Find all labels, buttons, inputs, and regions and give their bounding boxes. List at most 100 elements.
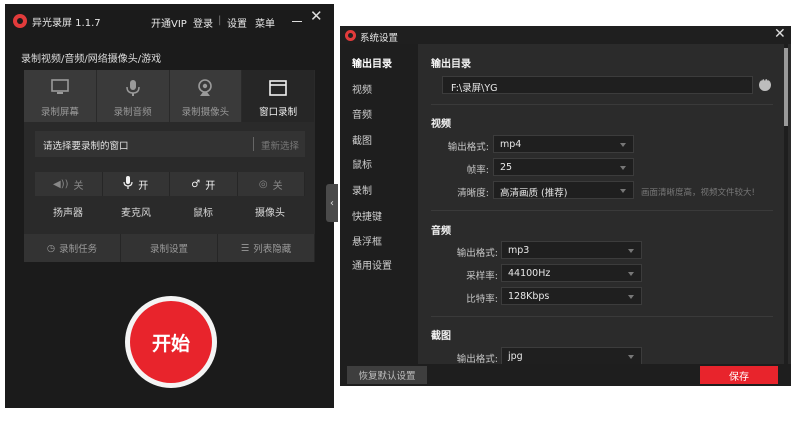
action-label: 录制设置 (149, 244, 188, 255)
select-value: 128Kbps (508, 291, 550, 302)
chevron-down-icon (628, 249, 634, 253)
recorder-subtitle: 录制视频/音频/网络摄像头/游戏 (21, 54, 162, 65)
start-button[interactable]: 开始 (130, 301, 212, 383)
settings-sidebar: 输出目录 视频 音频 截图 鼠标 录制 快捷键 悬浮框 通用设置 (340, 44, 418, 386)
nav-general[interactable]: 通用设置 (352, 257, 392, 272)
microphone-icon (123, 176, 133, 192)
record-settings-button[interactable]: 录制设置 (121, 234, 218, 262)
fps-label: 帧率: (466, 165, 489, 176)
section-output-dir: 输出目录 (431, 59, 471, 70)
chevron-down-icon (620, 143, 626, 147)
title-separator: | (218, 15, 222, 26)
recorder-window: 异光录屏 1.1.7 开通VIP 登录 | 设置 菜单 ✕ 录制视频/音频/网络… (5, 4, 338, 408)
quality-select[interactable]: 高清画质 (推荐) (493, 181, 634, 199)
window-select-text: 请选择要录制的窗口 (43, 141, 129, 152)
nav-hotkeys[interactable]: 快捷键 (352, 208, 382, 223)
select-value: jpg (508, 351, 523, 362)
app-logo-icon (345, 30, 356, 41)
microphone-icon (123, 78, 143, 101)
recorder-titlebar: 异光录屏 1.1.7 开通VIP 登录 | 设置 菜单 ✕ (5, 4, 334, 38)
chevron-down-icon (628, 272, 634, 276)
tab-label: 录制屏幕 (40, 107, 79, 118)
speaker-label: 扬声器 (53, 208, 83, 219)
reset-defaults-button[interactable]: 恢复默认设置 (347, 366, 427, 384)
minimize-icon[interactable] (292, 21, 302, 22)
bitrate-select[interactable]: 128Kbps (501, 287, 642, 305)
quality-hint: 画面清晰度高，视频文件较大! (641, 188, 755, 198)
window-icon (268, 78, 288, 101)
nav-audio[interactable]: 音频 (352, 106, 372, 121)
sample-rate-select[interactable]: 44100Hz (501, 264, 642, 282)
action-label: 列表隐藏 (253, 244, 292, 255)
close-icon[interactable]: ✕ (310, 9, 323, 24)
microphone-toggle[interactable]: 开 (102, 172, 170, 196)
close-icon[interactable]: ✕ (774, 27, 786, 41)
reselect-button[interactable]: 重新选择 (261, 138, 299, 152)
tab-window-record[interactable]: 窗口录制 (242, 70, 315, 122)
screenshot-format-select[interactable]: jpg (501, 347, 642, 364)
select-value: 25 (500, 162, 513, 173)
webcam-icon (195, 78, 215, 101)
nav-mouse[interactable]: 鼠标 (352, 156, 372, 171)
window-select[interactable]: 请选择要录制的窗口 重新选择 (35, 131, 305, 157)
chevron-down-icon (620, 189, 626, 193)
microphone-label: 麦克风 (121, 208, 151, 219)
nav-float-window[interactable]: 悬浮框 (352, 233, 382, 248)
tab-label: 录制摄像头 (181, 107, 230, 118)
list-icon: ☰ (240, 242, 250, 254)
tab-record-audio[interactable]: 录制音频 (96, 70, 170, 122)
webcam-toggle[interactable]: ◎ 关 (237, 172, 305, 196)
mouse-cursor-icon: ♂ (191, 178, 201, 190)
hide-list-button[interactable]: ☰ 列表隐藏 (218, 234, 315, 262)
select-value: mp4 (500, 139, 522, 150)
more-icon[interactable] (759, 77, 771, 91)
scrollbar-thumb[interactable] (784, 48, 788, 126)
settings-content: 输出目录 F:\录屏\YG 视频 输出格式: mp4 帧率: 25 清晰度: 高… (418, 44, 791, 364)
tab-record-screen[interactable]: 录制屏幕 (24, 70, 97, 122)
monitor-icon (50, 78, 70, 99)
video-format-select[interactable]: mp4 (493, 135, 634, 153)
settings-window: 系统设置 ✕ 输出目录 视频 音频 截图 鼠标 录制 快捷键 悬浮框 通用设置 … (340, 26, 791, 386)
bitrate-label: 比特率: (466, 294, 498, 305)
mode-tabs: 录制屏幕 录制音频 录制摄像头 窗口录制 (24, 70, 315, 122)
collapse-panel-icon[interactable]: ‹ (326, 184, 338, 222)
screenshot-format-label: 输出格式: (456, 354, 498, 364)
fps-select[interactable]: 25 (493, 158, 634, 176)
app-logo-icon (13, 14, 27, 28)
settings-link[interactable]: 设置 (227, 15, 247, 30)
chevron-down-icon (628, 355, 634, 359)
chevron-down-icon (620, 166, 626, 170)
toggle-state: 开 (205, 180, 216, 192)
record-task-button[interactable]: ◷ 录制任务 (24, 234, 121, 262)
toggle-state: 关 (73, 180, 84, 192)
save-button[interactable]: 保存 (700, 366, 778, 384)
audio-format-select[interactable]: mp3 (501, 241, 642, 259)
app-title: 异光录屏 1.1.7 (32, 18, 101, 29)
login-link[interactable]: 登录 (193, 15, 213, 30)
nav-video[interactable]: 视频 (352, 81, 372, 96)
nav-screenshot[interactable]: 截图 (352, 132, 372, 147)
webcam-label: 摄像头 (255, 208, 285, 219)
nav-output-dir[interactable]: 输出目录 (352, 55, 392, 70)
nav-record[interactable]: 录制 (352, 182, 372, 197)
select-value: mp3 (508, 245, 530, 256)
video-format-label: 输出格式: (447, 142, 489, 153)
output-path-field[interactable]: F:\录屏\YG (442, 76, 753, 94)
mouse-label: 鼠标 (193, 208, 213, 219)
section-screenshot: 截图 (431, 331, 451, 342)
quality-label: 清晰度: (457, 188, 489, 199)
vip-link[interactable]: 开通VIP (151, 15, 187, 30)
toggle-state: 关 (272, 180, 283, 192)
divider (431, 316, 773, 317)
select-value: 44100Hz (508, 268, 551, 279)
section-video: 视频 (431, 119, 451, 130)
action-label: 录制任务 (59, 244, 98, 255)
speaker-icon: ◀)) (53, 178, 69, 190)
action-bar: ◷ 录制任务 录制设置 ☰ 列表隐藏 (24, 234, 315, 262)
speaker-toggle[interactable]: ◀)) 关 (35, 172, 103, 196)
mouse-toggle[interactable]: ♂ 开 (170, 172, 238, 196)
tab-record-webcam[interactable]: 录制摄像头 (169, 70, 243, 122)
settings-title: 系统设置 (360, 33, 399, 44)
menu-link[interactable]: 菜单 (255, 15, 275, 30)
divider (431, 210, 773, 211)
